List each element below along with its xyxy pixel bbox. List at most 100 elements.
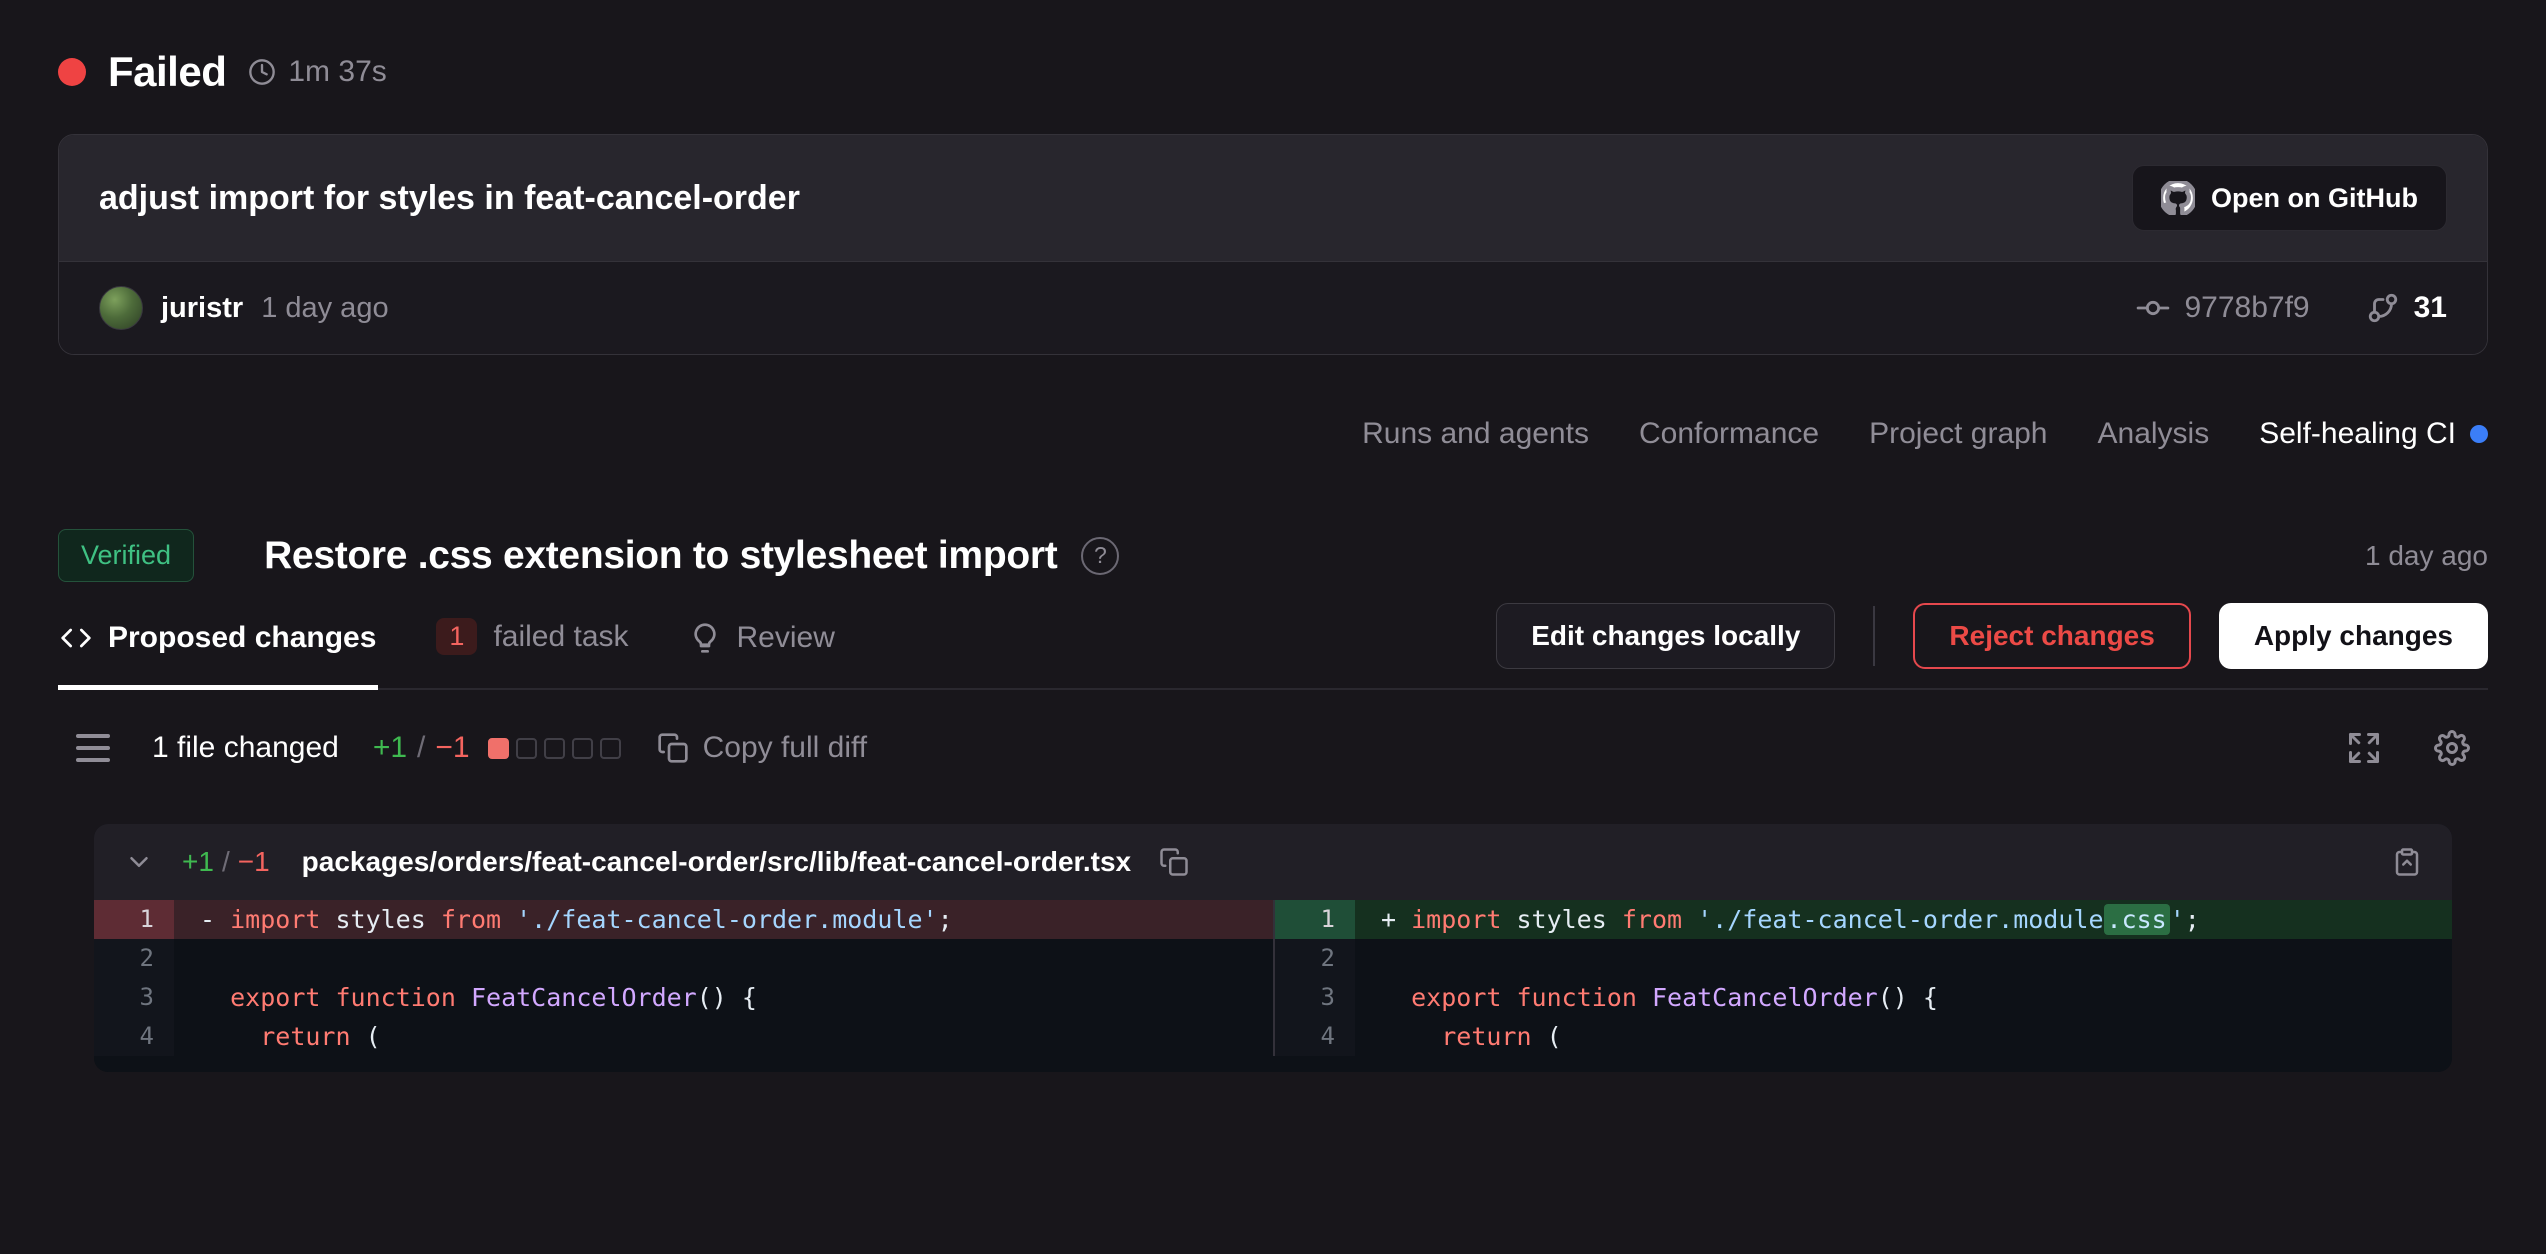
line-number: 2	[1275, 939, 1355, 978]
github-icon	[2161, 181, 2195, 215]
reject-changes-button[interactable]: Reject changes	[1913, 603, 2190, 669]
branch-count-stat[interactable]: 31	[2366, 291, 2447, 325]
commit-card-footer: juristr 1 day ago 9778b7f9 31	[59, 262, 2487, 354]
diff-code-area: 1- import styles from './feat-cancel-ord…	[94, 900, 2452, 1072]
diff-toolbar-right	[2346, 730, 2470, 766]
tab-proposed-changes[interactable]: Proposed changes	[58, 601, 378, 690]
diff-block-square	[572, 738, 593, 759]
open-on-github-button[interactable]: Open on GitHub	[2132, 165, 2447, 231]
git-branch-icon	[2366, 291, 2400, 325]
lightbulb-icon	[689, 622, 721, 654]
code-line	[1355, 939, 2452, 978]
failed-status-dot-icon	[58, 58, 86, 86]
additions-count: +1	[373, 731, 407, 765]
code-icon	[60, 622, 92, 654]
tab-label: Review	[737, 621, 835, 655]
diff-blocks-indicator	[488, 738, 621, 759]
chevron-down-icon[interactable]	[124, 847, 154, 877]
diff-row: 4 return (	[94, 1017, 1273, 1056]
gear-icon[interactable]	[2434, 730, 2470, 766]
run-duration-value: 1m 37s	[288, 55, 386, 89]
code-line: export function FeatCancelOrder() {	[174, 978, 1273, 1017]
tabs-row: Proposed changes 1 failed task Review Edit …	[58, 598, 2488, 690]
line-number: 3	[94, 978, 174, 1017]
diff-toolbar: 1 file changed +1 / −1 Copy full diff	[58, 730, 2488, 766]
nav-item-label: Project graph	[1869, 417, 2047, 451]
notification-dot-icon	[2470, 425, 2488, 443]
author-name: juristr	[161, 292, 243, 325]
diff-pane-new: 1+ import styles from './feat-cancel-ord…	[1273, 900, 2452, 1056]
actions-divider	[1873, 606, 1875, 666]
apply-changes-button[interactable]: Apply changes	[2219, 603, 2488, 669]
clipboard-paste-icon[interactable]	[2392, 847, 2422, 877]
failed-task-count-badge: 1	[436, 618, 477, 655]
diff-row: 2	[1275, 939, 2452, 978]
help-icon[interactable]: ?	[1081, 537, 1119, 575]
commit-author: juristr 1 day ago	[99, 286, 389, 330]
tab-label: Proposed changes	[108, 621, 376, 655]
tab-review[interactable]: Review	[687, 601, 837, 690]
commit-icon	[2136, 291, 2170, 325]
file-diff-stats: +1 / −1	[182, 846, 270, 878]
tab-label: failed task	[493, 620, 628, 654]
fix-title: Restore .css extension to stylesheet imp…	[264, 534, 1057, 578]
files-changed-label: 1 file changed	[152, 731, 339, 765]
line-number: 3	[1275, 978, 1355, 1017]
verified-badge: Verified	[58, 529, 194, 582]
nav-item-label: Conformance	[1639, 417, 1819, 451]
commit-sha: 9778b7f9	[2184, 291, 2309, 325]
file-list-menu-icon[interactable]	[76, 734, 110, 762]
nav-item-runs-and-agents[interactable]: Runs and agents	[1362, 417, 1589, 451]
clock-icon	[248, 58, 276, 86]
page: Failed 1m 37s adjust import for styles i…	[0, 0, 2546, 1072]
copy-full-diff-label: Copy full diff	[703, 731, 868, 765]
diff-block-square	[516, 738, 537, 759]
nav-item-conformance[interactable]: Conformance	[1639, 417, 1819, 451]
line-number: 2	[94, 939, 174, 978]
diff-block-square	[488, 738, 509, 759]
code-line: - import styles from './feat-cancel-orde…	[174, 900, 1273, 939]
diff-stats-separator: /	[417, 731, 425, 765]
avatar	[99, 286, 143, 330]
nav-item-self-healing-ci[interactable]: Self-healing CI	[2259, 417, 2488, 451]
action-buttons: Edit changes locally Reject changes Appl…	[1496, 603, 2488, 669]
code-line: + import styles from './feat-cancel-orde…	[1355, 900, 2452, 939]
run-duration: 1m 37s	[248, 55, 386, 89]
line-number: 4	[94, 1017, 174, 1056]
diff-row: 1- import styles from './feat-cancel-ord…	[94, 900, 1273, 939]
commit-card: adjust import for styles in feat-cancel-…	[58, 134, 2488, 355]
code-line	[174, 939, 1273, 978]
code-line: export function FeatCancelOrder() {	[1355, 978, 2452, 1017]
diff-row: 1+ import styles from './feat-cancel-ord…	[1275, 900, 2452, 939]
copy-full-diff-button[interactable]: Copy full diff	[657, 731, 868, 765]
file-deletions-count: −1	[238, 846, 270, 878]
workspace-nav: Runs and agents Conformance Project graph A…	[58, 417, 2488, 451]
nav-item-project-graph[interactable]: Project graph	[1869, 417, 2047, 451]
diff-file-header: +1 / −1 packages/orders/feat-cancel-orde…	[94, 824, 2452, 900]
commit-message: adjust import for styles in feat-cancel-…	[99, 179, 800, 218]
code-line: return (	[174, 1017, 1273, 1056]
tabs: Proposed changes 1 failed task Review	[58, 598, 837, 688]
code-line: return (	[1355, 1017, 2452, 1056]
line-number: 1	[1275, 900, 1355, 939]
copy-path-icon[interactable]	[1159, 847, 1189, 877]
commit-sha-stat[interactable]: 9778b7f9	[2136, 291, 2309, 325]
diff-block-square	[544, 738, 565, 759]
nav-item-analysis[interactable]: Analysis	[2098, 417, 2210, 451]
fix-header: Verified Restore .css extension to style…	[58, 529, 2488, 582]
diff-row: 3 export function FeatCancelOrder() {	[1275, 978, 2452, 1017]
fix-time: 1 day ago	[2365, 540, 2488, 572]
diff-pane-old: 1- import styles from './feat-cancel-ord…	[94, 900, 1273, 1056]
run-status-label: Failed	[108, 48, 226, 96]
edit-changes-locally-button[interactable]: Edit changes locally	[1496, 603, 1835, 669]
file-stats-separator: /	[222, 846, 230, 878]
open-on-github-label: Open on GitHub	[2211, 183, 2418, 214]
tab-failed-task[interactable]: 1 failed task	[434, 598, 630, 690]
commit-stats: 9778b7f9 31	[2136, 291, 2447, 325]
diff-file-panel: +1 / −1 packages/orders/feat-cancel-orde…	[94, 824, 2452, 1072]
deletions-count: −1	[435, 731, 469, 765]
nav-item-label: Analysis	[2098, 417, 2210, 451]
run-status-row: Failed 1m 37s	[58, 0, 2488, 96]
expand-icon[interactable]	[2346, 730, 2382, 766]
line-number: 1	[94, 900, 174, 939]
